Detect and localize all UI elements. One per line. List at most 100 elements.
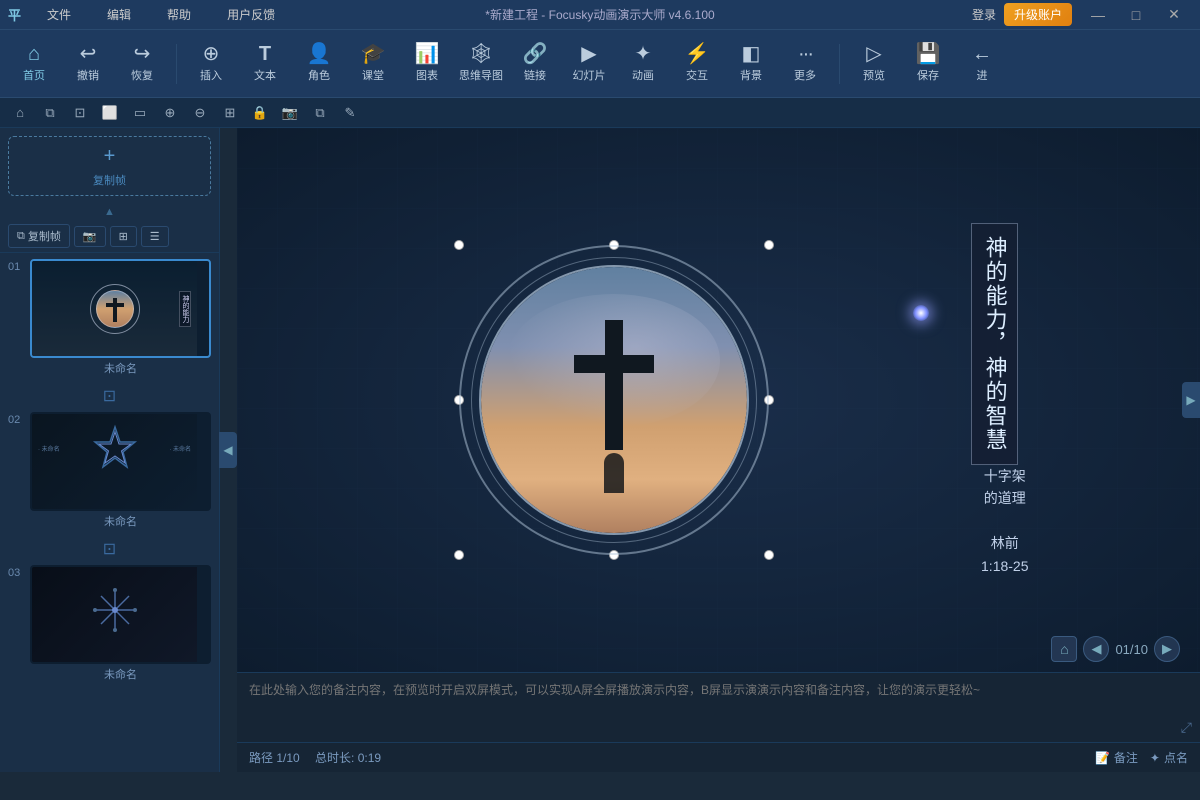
save-label: 保存 (917, 67, 939, 83)
action-lock[interactable]: 🔒 (248, 101, 272, 125)
new-slide-plus-icon: + (104, 145, 116, 168)
more-icon: ··· (798, 44, 812, 64)
inter-icon: ⚡ (685, 44, 710, 64)
redo-label: 恢复 (131, 67, 153, 83)
upgrade-button[interactable]: 升级账户 (1004, 3, 1072, 26)
maximize-button[interactable]: □ (1118, 2, 1154, 28)
slide-nav-home[interactable]: ⌂ (1051, 636, 1077, 662)
thumb2-left-text: · 未命名 (38, 444, 60, 453)
side-text-box[interactable]: 十字架 的道理 林前 1:18-25 (981, 465, 1028, 577)
toolbar-role[interactable]: 👤 角色 (293, 36, 345, 92)
toolbar-redo[interactable]: ↪ 恢复 (116, 36, 168, 92)
text-container: 神的能力，神的智慧 十字架 的道理 林前 1:18-25 (971, 223, 1028, 577)
vertical-text-box[interactable]: 神的能力，神的智慧 (971, 223, 1018, 465)
toolbar-text[interactable]: T 文本 (239, 36, 291, 92)
thumb3-snowflake-svg (90, 585, 140, 635)
inner-circle (479, 265, 749, 535)
fit-button[interactable]: ⊞ (110, 226, 137, 247)
toolbar-save[interactable]: 💾 保存 (902, 36, 954, 92)
action-delete[interactable]: ⬜ (98, 101, 122, 125)
action-align[interactable]: ⊞ (218, 101, 242, 125)
thumb1-cross-horizontal (106, 303, 124, 307)
action-layer[interactable]: ⧉ (308, 101, 332, 125)
toolbar-slide[interactable]: ▶ 幻灯片 (563, 36, 615, 92)
more-label: 更多 (794, 67, 816, 83)
notes-button[interactable]: 📝 备注 (1095, 749, 1138, 766)
toolbar-more[interactable]: ··· 更多 (779, 36, 831, 92)
action-copy[interactable]: ⧉ (38, 101, 62, 125)
action-paste[interactable]: ⊡ (68, 101, 92, 125)
slide-thumbnail-1[interactable]: 神的能力 (30, 259, 211, 358)
cross-circle-element[interactable] (459, 245, 769, 555)
side-text-line4: 林前 (981, 532, 1028, 554)
toolbar-chart[interactable]: 📊 图表 (401, 36, 453, 92)
slide-thumbnail-3[interactable] (30, 565, 211, 664)
action-edit[interactable]: ✎ (338, 101, 362, 125)
action-home[interactable]: ⌂ (8, 101, 32, 125)
slide-item-1: 01 神的能力 未命名 (0, 253, 219, 386)
main-area: + 复制帧 ▲ ⧉ 复制帧 📷 ⊞ ☰ 01 (0, 128, 1200, 772)
slide-thumb-2-wrap[interactable]: · 未命名 · 未命名 未命名 (30, 412, 211, 533)
new-slide-button[interactable]: + 复制帧 (8, 136, 211, 196)
slide-preview-3 (32, 567, 197, 662)
login-button[interactable]: 登录 (972, 6, 996, 23)
toolbar-back[interactable]: ← 进 (956, 36, 1008, 92)
notes-textarea[interactable] (249, 681, 1188, 731)
menu-file[interactable]: 文件 (37, 3, 81, 26)
action-zoom-in[interactable]: ⊕ (158, 101, 182, 125)
toolbar-class[interactable]: 🎓 课堂 (347, 36, 399, 92)
person-silhouette (604, 453, 624, 493)
toggle-sidebar-button[interactable]: ◀ (219, 432, 237, 468)
toolbar-link[interactable]: 🔗 链接 (509, 36, 561, 92)
handle-top-left[interactable] (454, 240, 464, 250)
handle-bottom-right[interactable] (764, 550, 774, 560)
slide-nav-counter: 01/10 (1115, 642, 1148, 657)
slide-section-2: 02 · 未命名 · 未命名 未命名 (0, 406, 219, 559)
toolbar-mind[interactable]: 🕸 思维导图 (455, 36, 507, 92)
toolbar-home[interactable]: ⌂ 首页 (8, 36, 60, 92)
slide-nav-prev[interactable]: ◀ (1083, 636, 1109, 662)
menu-edit[interactable]: 编辑 (97, 3, 141, 26)
text-icon: T (259, 44, 271, 64)
inter-label: 交互 (686, 67, 708, 83)
slide-nav-next[interactable]: ▶ (1154, 636, 1180, 662)
handle-bottom-left[interactable] (454, 550, 464, 560)
add-slide-icon-2[interactable]: ⊡ (103, 539, 116, 559)
link-label: 链接 (524, 67, 546, 83)
slide-action-bar: ⧉ 复制帧 📷 ⊞ ☰ (0, 220, 219, 253)
action-rect[interactable]: ▭ (128, 101, 152, 125)
toolbar-preview[interactable]: ▷ 预览 (848, 36, 900, 92)
slide-item-3: 03 (0, 559, 219, 692)
toolbar-insert[interactable]: ⊕ 插入 (185, 36, 237, 92)
add-slide-icon-1[interactable]: ⊡ (103, 386, 116, 406)
slide-thumbnail-2[interactable]: · 未命名 · 未命名 (30, 412, 211, 511)
menu-feedback[interactable]: 用户反馈 (217, 3, 285, 26)
thumb1-cross-vertical (113, 298, 117, 322)
minimize-button[interactable]: — (1080, 2, 1116, 28)
action-zoom-out[interactable]: ⊖ (188, 101, 212, 125)
slide-item-2: 02 · 未命名 · 未命名 未命名 (0, 406, 219, 539)
new-slide-label: 复制帧 (93, 172, 126, 188)
toolbar-undo[interactable]: ↩ 撤销 (62, 36, 114, 92)
scroll-indicator-top: ▲ (0, 204, 219, 220)
toolbar-bg[interactable]: ◧ 背景 (725, 36, 777, 92)
layout-button[interactable]: ☰ (141, 226, 169, 247)
toolbar-anim[interactable]: ✦ 动画 (617, 36, 669, 92)
camera-button[interactable]: 📷 (74, 226, 106, 247)
right-panel-toggle[interactable]: ▶ (1182, 382, 1200, 418)
role-label: 角色 (308, 67, 330, 83)
action-camera[interactable]: 📷 (278, 101, 302, 125)
canvas[interactable]: 神的能力，神的智慧 十字架 的道理 林前 1:18-25 ▶ ⌂ ◀ 01/10 (237, 128, 1200, 672)
back-label: 进 (977, 67, 988, 83)
copy-frame-button[interactable]: ⧉ 复制帧 (8, 224, 70, 248)
slide-thumb-1[interactable]: 神的能力 未命名 (30, 259, 211, 380)
handle-top-right[interactable] (764, 240, 774, 250)
notes-expand-icon[interactable]: ⤢ (1181, 719, 1192, 736)
slide-thumb-3-wrap[interactable]: 未命名 (30, 565, 211, 686)
bg-icon: ◧ (742, 44, 761, 64)
points-button[interactable]: ✦ 点名 (1150, 749, 1188, 766)
menu-help[interactable]: 帮助 (157, 3, 201, 26)
toolbar-inter[interactable]: ⚡ 交互 (671, 36, 723, 92)
close-button[interactable]: ✕ (1156, 2, 1192, 28)
text-label: 文本 (254, 67, 276, 83)
